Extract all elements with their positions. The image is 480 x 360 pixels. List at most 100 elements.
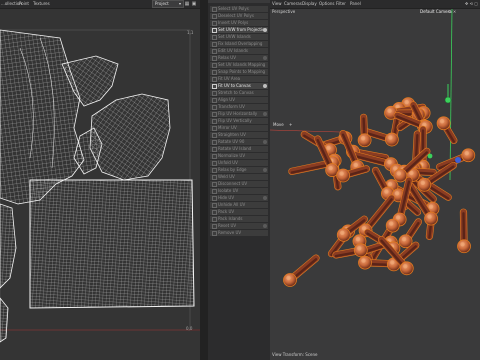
viewport-canvas[interactable]	[270, 0, 480, 360]
command-icon	[212, 84, 217, 89]
move-view-icon[interactable]: ✥	[465, 1, 468, 6]
command-item[interactable]: Unhide All UV	[210, 202, 268, 208]
command-label: Set UV Islands Mapping	[218, 62, 266, 67]
clove-highlight	[464, 151, 469, 156]
command-item[interactable]: Pack UV	[210, 209, 268, 215]
clove-highlight	[439, 119, 445, 124]
command-item[interactable]: Hide UV	[210, 195, 268, 201]
command-item[interactable]: Weld UV	[210, 174, 268, 180]
command-label: Flip UV Vertically	[218, 118, 252, 123]
options-icon[interactable]	[263, 112, 267, 116]
command-icon	[212, 161, 217, 166]
close-icon[interactable]: ✕	[453, 9, 456, 14]
options-icon[interactable]	[263, 84, 267, 88]
command-label: Reset UV	[218, 223, 237, 228]
menu-view[interactable]: View	[272, 1, 282, 6]
uv-island-left-lower[interactable]	[0, 297, 9, 343]
command-item[interactable]: Align UV	[210, 97, 268, 103]
options-icon[interactable]	[263, 168, 267, 172]
command-item[interactable]: Flip UV Horizontally	[210, 111, 268, 117]
camera-icons: ⚙ ✕	[448, 9, 456, 14]
options-icon[interactable]	[263, 140, 267, 144]
command-item[interactable]: Set UVW Islands	[210, 34, 268, 40]
command-item[interactable]: Normalize UV	[210, 153, 268, 159]
command-icon	[212, 182, 217, 187]
project-dropdown[interactable]: Project ▾	[152, 0, 184, 8]
add-icon[interactable]: +	[289, 122, 292, 127]
viewport-tools: ✥ ⟲ ▢	[465, 1, 478, 6]
command-item[interactable]: Set UV Islands Mapping	[210, 62, 268, 68]
command-item[interactable]: Fit UV Area	[210, 76, 268, 82]
uv-island-center[interactable]	[89, 93, 171, 181]
command-item[interactable]: Reset UV	[210, 223, 268, 229]
command-item[interactable]: Rotate UV 90	[210, 139, 268, 145]
camera-name[interactable]: Default Camera	[420, 9, 452, 14]
clove-bud	[336, 227, 351, 242]
command-item[interactable]: Mirror UV	[210, 125, 268, 131]
camera-settings-icon[interactable]: ⚙	[448, 9, 452, 14]
options-icon[interactable]	[263, 224, 267, 228]
menu-panel[interactable]: Panel	[350, 1, 361, 6]
command-label: Straighten UV	[218, 132, 246, 137]
options-icon[interactable]	[263, 56, 267, 60]
command-icon	[212, 147, 217, 152]
command-label: Isolate UV	[218, 188, 239, 193]
menu-textures[interactable]: Textures	[33, 1, 50, 6]
command-item[interactable]: Relax UV	[210, 55, 268, 61]
command-label: Pack Islands	[218, 216, 243, 221]
viewport-panel[interactable]: View Cameras Display Options Filter Pane…	[270, 0, 480, 360]
menu-display[interactable]: Display	[302, 1, 317, 6]
command-item[interactable]: Isolate UV	[210, 188, 268, 194]
uv-island-rect[interactable]	[29, 179, 195, 309]
command-icon	[212, 105, 217, 110]
command-item[interactable]: Rotate UV Island	[210, 146, 268, 152]
grid-icon[interactable]: ▦	[184, 1, 190, 7]
uv-editor-panel: ...ollection Point Textures Project ▾ ▦ …	[0, 0, 200, 360]
options-icon[interactable]	[263, 196, 267, 200]
uv-island-left[interactable]	[0, 203, 17, 289]
command-icon	[212, 63, 217, 68]
lock-icon[interactable]: ▣	[191, 1, 197, 7]
menu-filter[interactable]: Filter	[336, 1, 346, 6]
command-item[interactable]: Set UVW from Projection	[210, 27, 268, 33]
command-icon	[212, 168, 217, 173]
menu-cameras[interactable]: Cameras	[284, 1, 302, 6]
command-label: Set UVW Islands	[218, 34, 251, 39]
panel-separator[interactable]	[200, 0, 208, 360]
clove-bud	[461, 148, 476, 163]
command-label: Mirror UV	[218, 125, 237, 130]
clove-highlight	[388, 135, 393, 140]
command-item[interactable]: Edit UV Islands	[210, 48, 268, 54]
menu-options[interactable]: Options	[319, 1, 334, 6]
menu-point[interactable]: Point	[19, 1, 29, 6]
clove-bud	[457, 239, 471, 254]
clove-highlight	[340, 230, 345, 236]
command-label: Disconnect UV	[218, 181, 248, 186]
command-item[interactable]: Relax by Edge	[210, 167, 268, 173]
maximize-icon[interactable]: ▢	[474, 1, 478, 6]
command-item[interactable]: Disconnect UV	[210, 181, 268, 187]
uv-island-main[interactable]	[0, 29, 85, 205]
clove-highlight	[395, 215, 401, 220]
clove-highlight	[353, 162, 358, 168]
command-item[interactable]: Fix Island Overlapping	[210, 41, 268, 47]
command-item[interactable]: Invert UV Polys	[210, 20, 268, 26]
command-item[interactable]: Unfold UV	[210, 160, 268, 166]
cloves-model[interactable]	[283, 97, 476, 287]
command-item[interactable]: Fit UV to Canvas	[210, 83, 268, 89]
uv-canvas[interactable]	[0, 8, 200, 360]
command-item[interactable]: Select UV Polys	[210, 6, 268, 12]
command-item[interactable]: Flip UV Vertically	[210, 118, 268, 124]
command-item[interactable]: Pack Islands	[210, 216, 268, 222]
command-item[interactable]: Transform UV	[210, 104, 268, 110]
rotate-view-icon[interactable]: ⟲	[470, 1, 473, 6]
command-item[interactable]: Remove UV	[210, 230, 268, 236]
clove-bud	[393, 168, 408, 183]
command-item[interactable]: Deselect UV Polys	[210, 13, 268, 19]
clove-highlight	[394, 191, 400, 196]
clove-highlight	[387, 108, 392, 114]
command-item[interactable]: Stretch to Canvas	[210, 90, 268, 96]
command-item[interactable]: Snap Points to Mapping	[210, 69, 268, 75]
options-icon[interactable]	[263, 28, 267, 32]
command-item[interactable]: Straighten UV	[210, 132, 268, 138]
